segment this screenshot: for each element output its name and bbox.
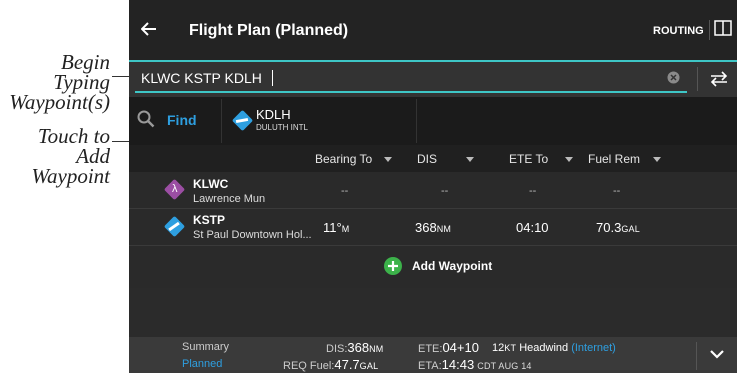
- ete-value: 04+10: [442, 340, 479, 355]
- divider: [696, 342, 697, 370]
- clear-circle-icon: [667, 71, 680, 84]
- dis-value: 368: [415, 220, 437, 235]
- caret-down-icon: [383, 157, 392, 163]
- back-button[interactable]: [140, 22, 163, 40]
- summary-status: Planned: [182, 358, 223, 370]
- waypoint-entry-bar: KLWC KSTP KDLH: [129, 62, 737, 97]
- summary-eta: ETA:14:43 CDT AUG 14: [418, 357, 532, 372]
- fuel-value: 70.3: [596, 220, 622, 235]
- column-header-row: Bearing To DIS ETE To Fuel Rem: [129, 145, 737, 172]
- chevron-down-icon: [710, 350, 724, 359]
- req-fuel-unit: GAL: [359, 361, 379, 371]
- ete-value: --: [529, 185, 537, 197]
- caret-down-icon: [466, 157, 475, 163]
- bearing-value: --: [341, 185, 349, 197]
- expand-button[interactable]: [709, 347, 725, 365]
- waypoint-code: KSTP: [193, 213, 226, 227]
- dis-value: 368: [347, 340, 370, 355]
- col-ete-to[interactable]: ETE To: [509, 152, 574, 166]
- flight-plan-window: Flight Plan (Planned) ROUTING KLWC KSTP …: [129, 0, 737, 373]
- col-dis[interactable]: DIS: [417, 152, 475, 166]
- callout-line: Waypoint: [31, 164, 110, 188]
- headwind-unit: KT: [504, 343, 517, 353]
- bearing-cell: 11°M: [323, 220, 349, 235]
- clear-button[interactable]: [667, 71, 680, 89]
- caret-down-icon: [653, 157, 662, 163]
- layout-toggle-button[interactable]: [709, 20, 732, 40]
- find-label: Find: [167, 112, 197, 128]
- col-bearing-to[interactable]: Bearing To: [315, 152, 392, 166]
- fuel-unit: GAL: [621, 224, 640, 234]
- waypoint-entry-input[interactable]: KLWC KSTP KDLH: [135, 67, 687, 93]
- summary-dis: DIS:368NM: [326, 340, 384, 355]
- swap-direction-icon: [710, 71, 728, 87]
- summary-headwind: 12KT Headwind (Internet): [492, 342, 616, 354]
- headwind-source: (Internet): [571, 342, 616, 354]
- dis-value: --: [441, 185, 449, 197]
- arrow-left-icon: [140, 22, 156, 36]
- waypoint-list: λ KLWC Lawrence Mun -- -- -- -- KSTP St …: [129, 172, 737, 288]
- callout-line: Begin Typing: [53, 50, 110, 94]
- routing-button[interactable]: ROUTING: [653, 25, 704, 37]
- divider: [697, 67, 698, 91]
- headwind-label: Headwind: [519, 342, 569, 354]
- bearing-value: 11°: [323, 220, 342, 235]
- table-row[interactable]: KSTP St Paul Downtown Hol... 11°M 368NM …: [129, 209, 737, 246]
- waypoint-code: KLWC: [193, 177, 229, 191]
- summary-label: Summary: [182, 341, 230, 353]
- find-button[interactable]: Find: [135, 107, 207, 133]
- find-results-row: Find KDLH DULUTH INTL: [129, 97, 737, 145]
- waypoint-name: Lawrence Mun: [193, 193, 266, 205]
- magnifier-icon: [137, 110, 155, 128]
- ete-label: ETE:: [418, 343, 443, 355]
- plus-circle-icon: [384, 257, 402, 275]
- result-code: KDLH: [256, 107, 291, 122]
- bearing-unit: M: [341, 224, 350, 234]
- result-name: DULUTH INTL: [256, 123, 309, 132]
- waypoint-name: St Paul Downtown Hol...: [193, 229, 312, 241]
- summary-bar[interactable]: Summary Planned DIS:368NM REQ Fuel:47.7G…: [129, 337, 737, 373]
- callout-touch-to-add: Touch to Add Waypoint: [2, 124, 110, 188]
- fuel-cell: 70.3GAL: [596, 220, 640, 235]
- headwind-value: 12: [492, 342, 505, 354]
- table-row[interactable]: λ KLWC Lawrence Mun -- -- -- --: [129, 172, 737, 209]
- ete-value: 04:10: [516, 220, 549, 235]
- add-waypoint-button[interactable]: Add Waypoint: [383, 256, 503, 278]
- dis-unit: NM: [436, 224, 452, 234]
- split-panel-icon: [714, 20, 732, 36]
- col-ete-label: ETE To: [509, 152, 549, 166]
- summary-req-fuel: REQ Fuel:47.7GAL: [283, 357, 378, 372]
- col-fuel-rem[interactable]: Fuel Rem: [588, 152, 662, 166]
- find-result-item[interactable]: KDLH DULUTH INTL: [221, 99, 417, 143]
- callout-line: Waypoint(s): [9, 90, 110, 114]
- callout-begin-typing: Begin Typing Waypoint(s): [2, 50, 110, 114]
- fuel-value: --: [613, 185, 621, 197]
- page-title: Flight Plan (Planned): [189, 22, 349, 39]
- col-bearing-label: Bearing To: [315, 152, 373, 166]
- eta-value: 14:43: [441, 357, 475, 372]
- dis-cell: 368NM: [415, 220, 451, 235]
- summary-ete: ETE:04+10: [418, 340, 479, 355]
- req-fuel-label: REQ Fuel:: [283, 360, 335, 372]
- airport-glyph: λ: [172, 183, 178, 195]
- col-dis-label: DIS: [417, 152, 438, 166]
- eta-label: ETA:: [418, 360, 442, 372]
- dis-label: DIS:: [326, 343, 348, 355]
- caret-down-icon: [565, 157, 574, 163]
- waypoint-entry-text: KLWC KSTP KDLH: [141, 70, 262, 86]
- title-bar: Flight Plan (Planned) ROUTING: [129, 0, 737, 62]
- callout-line: Touch to Add: [37, 124, 110, 168]
- col-fuel-label: Fuel Rem: [588, 152, 641, 166]
- eta-suffix: CDT AUG 14: [477, 361, 532, 371]
- add-waypoint-label: Add Waypoint: [412, 259, 493, 273]
- text-cursor: [272, 70, 273, 86]
- dis-unit: NM: [369, 344, 384, 354]
- req-fuel-value: 47.7: [334, 357, 360, 372]
- swap-button[interactable]: [709, 71, 729, 92]
